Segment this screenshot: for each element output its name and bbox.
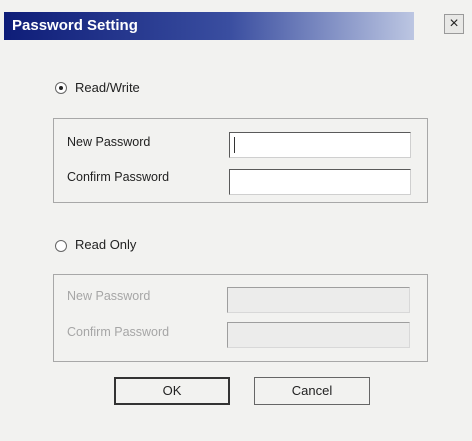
ro-confirm-password-input	[227, 322, 410, 348]
read-write-label[interactable]: Read/Write	[75, 80, 140, 95]
ro-new-password-label: New Password	[67, 289, 151, 303]
radio-selected-dot	[59, 86, 63, 90]
password-setting-dialog: Password Setting × Read/Write New Passwo…	[0, 0, 472, 441]
read-only-radio[interactable]	[55, 240, 67, 252]
close-icon: ×	[449, 15, 459, 32]
text-caret	[234, 137, 235, 153]
rw-new-password-label: New Password	[67, 135, 151, 149]
rw-confirm-password-label: Confirm Password	[67, 170, 170, 184]
read-write-group: New Password Confirm Password	[53, 118, 428, 203]
ok-button[interactable]: OK	[114, 377, 230, 405]
rw-confirm-password-input[interactable]	[229, 169, 411, 195]
read-write-radio[interactable]	[55, 82, 67, 94]
read-only-label[interactable]: Read Only	[75, 237, 136, 252]
ro-confirm-password-label: Confirm Password	[67, 325, 170, 339]
read-only-group: New Password Confirm Password	[53, 274, 428, 362]
ro-new-password-input	[227, 287, 410, 313]
rw-new-password-input[interactable]	[229, 132, 411, 158]
title-bar: Password Setting	[4, 12, 414, 40]
close-button[interactable]: ×	[444, 14, 464, 34]
cancel-button[interactable]: Cancel	[254, 377, 370, 405]
dialog-title: Password Setting	[12, 17, 138, 34]
